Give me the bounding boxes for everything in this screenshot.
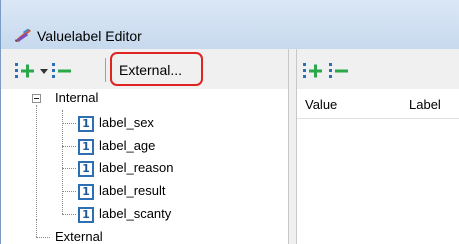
tree-node-internal[interactable]: Internal <box>55 90 98 105</box>
column-header-value[interactable]: Value <box>305 97 337 112</box>
value-label-icon: 1 <box>78 161 94 177</box>
tree-connector <box>62 123 76 124</box>
value-label-icon: 1 <box>78 116 94 132</box>
tree-item[interactable]: label_result <box>99 183 166 198</box>
tree-connector <box>62 214 76 215</box>
collapse-toggle-icon[interactable] <box>32 94 41 103</box>
panel-splitter[interactable] <box>288 49 297 244</box>
value-label-icon: 1 <box>78 184 94 200</box>
tree-connector <box>62 191 76 192</box>
dropdown-arrow-icon[interactable] <box>40 63 48 79</box>
pencil-ruler-icon <box>15 28 31 43</box>
tree-item[interactable]: label_scanty <box>99 206 171 221</box>
add-tree-icon[interactable] <box>15 63 37 79</box>
tree-item[interactable]: label_sex <box>99 115 154 130</box>
header-divider <box>297 118 459 119</box>
tree-node-external[interactable]: External <box>55 229 103 244</box>
tree-connector <box>36 105 37 217</box>
external-button-label: External... <box>119 62 183 78</box>
tree-connector <box>36 237 50 238</box>
tree-item[interactable]: label_reason <box>99 160 173 175</box>
remove-tree-icon[interactable] <box>52 63 74 79</box>
remove-tree-icon[interactable] <box>329 63 351 79</box>
value-table-panel <box>297 89 459 244</box>
valuelabel-editor-window: Valuelabel Editor External... Internal 1… <box>0 0 459 244</box>
tree-connector <box>62 168 76 169</box>
tree-connector <box>62 110 63 214</box>
window-title: Valuelabel Editor <box>37 28 142 44</box>
column-header-label[interactable]: Label <box>409 97 441 112</box>
value-label-icon: 1 <box>78 207 94 223</box>
tree-connector <box>36 219 37 237</box>
toolbar-separator <box>105 58 106 82</box>
tree-connector <box>62 146 76 147</box>
add-tree-icon[interactable] <box>303 63 325 79</box>
tree-item[interactable]: label_age <box>99 138 155 153</box>
value-label-icon: 1 <box>78 139 94 155</box>
